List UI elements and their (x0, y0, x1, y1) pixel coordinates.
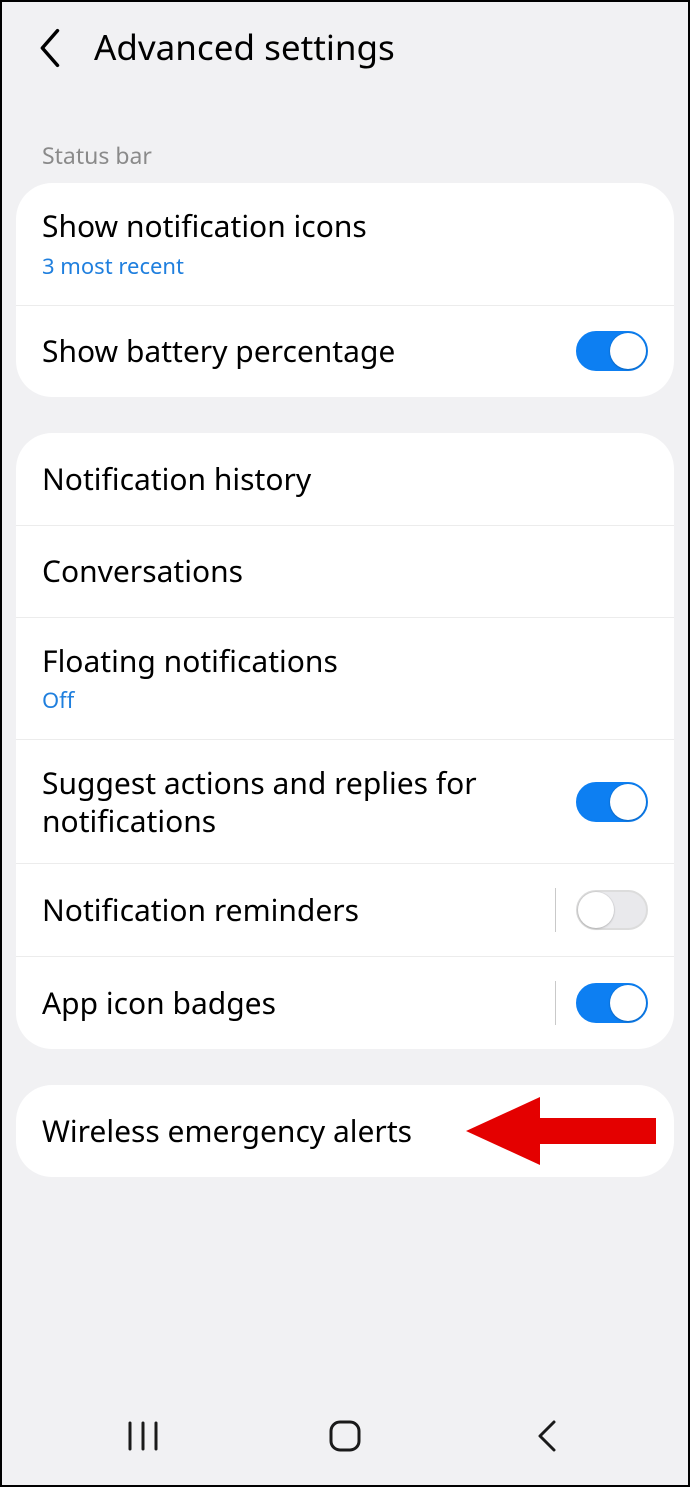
system-nav-bar (2, 1387, 688, 1485)
card-status-bar: Show notification icons 3 most recent Sh… (16, 183, 674, 397)
section-header-status-bar: Status bar (2, 93, 688, 183)
row-text: Notification history (42, 460, 648, 498)
row-text: App icon badges (42, 984, 555, 1022)
card-notifications: Notification history Conversations Float… (16, 433, 674, 1050)
nav-recents-button[interactable] (108, 1411, 178, 1461)
row-control-group (555, 981, 648, 1025)
row-notification-history[interactable]: Notification history (16, 433, 674, 525)
toggle-notification-reminders[interactable] (576, 890, 648, 930)
toggle-show-battery-percentage[interactable] (576, 331, 648, 371)
row-notification-reminders[interactable]: Notification reminders (16, 863, 674, 956)
row-conversations[interactable]: Conversations (16, 525, 674, 617)
chevron-left-icon (38, 28, 64, 68)
app-header: Advanced settings (2, 2, 688, 93)
settings-screen: Advanced settings Status bar Show notifi… (2, 2, 688, 1485)
toggle-knob (610, 784, 646, 820)
row-show-battery-percentage[interactable]: Show battery percentage (16, 305, 674, 397)
page-title: Advanced settings (94, 24, 395, 71)
row-text: Floating notifications Off (42, 642, 648, 716)
toggle-knob (610, 333, 646, 369)
home-icon (328, 1419, 362, 1453)
row-title: Suggest actions and replies for notifica… (42, 764, 564, 839)
row-text: Wireless emergency alerts (42, 1112, 648, 1150)
toggle-knob (578, 892, 614, 928)
nav-home-button[interactable] (310, 1411, 380, 1461)
vertical-divider (555, 981, 556, 1025)
row-text: Notification reminders (42, 891, 555, 929)
card-emergency: Wireless emergency alerts (16, 1085, 674, 1177)
row-text: Conversations (42, 552, 648, 590)
nav-back-button[interactable] (512, 1411, 582, 1461)
row-subtitle: Off (42, 685, 636, 715)
chevron-left-icon (535, 1419, 559, 1453)
row-floating-notifications[interactable]: Floating notifications Off (16, 617, 674, 740)
row-title: App icon badges (42, 984, 543, 1022)
row-title: Floating notifications (42, 642, 636, 680)
row-subtitle: 3 most recent (42, 251, 636, 281)
row-title: Notification reminders (42, 891, 543, 929)
recents-icon (126, 1421, 160, 1451)
row-control-group (555, 888, 648, 932)
row-title: Wireless emergency alerts (42, 1112, 636, 1150)
row-text: Show battery percentage (42, 332, 576, 370)
row-app-icon-badges[interactable]: App icon badges (16, 956, 674, 1049)
row-show-notification-icons[interactable]: Show notification icons 3 most recent (16, 183, 674, 305)
row-suggest-actions[interactable]: Suggest actions and replies for notifica… (16, 739, 674, 863)
row-title: Show notification icons (42, 207, 636, 245)
row-title: Conversations (42, 552, 636, 590)
row-text: Suggest actions and replies for notifica… (42, 764, 576, 839)
row-title: Notification history (42, 460, 636, 498)
row-wireless-emergency-alerts[interactable]: Wireless emergency alerts (16, 1085, 674, 1177)
toggle-app-icon-badges[interactable] (576, 983, 648, 1023)
toggle-suggest-actions[interactable] (576, 782, 648, 822)
row-title: Show battery percentage (42, 332, 564, 370)
vertical-divider (555, 888, 556, 932)
content-scroll[interactable]: Status bar Show notification icons 3 mos… (2, 93, 688, 1387)
toggle-knob (610, 985, 646, 1021)
back-button[interactable] (32, 29, 70, 67)
row-text: Show notification icons 3 most recent (42, 207, 648, 281)
